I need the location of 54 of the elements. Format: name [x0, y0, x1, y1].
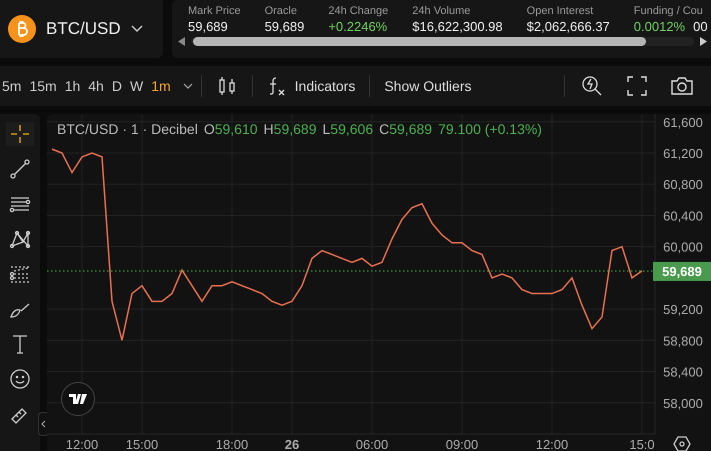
- stat-label: 24h Change: [328, 5, 388, 17]
- stat-label: Open Interest: [526, 5, 594, 17]
- price-label: 58,800: [663, 333, 703, 348]
- stat-value: $16,622,300.98: [412, 19, 503, 34]
- stat-value: $2,062,666.37: [526, 19, 610, 34]
- price-label: 59,200: [663, 302, 703, 318]
- ohlc-value: O59,610: [204, 121, 258, 137]
- scroll-left-icon[interactable]: [178, 37, 185, 46]
- stat-value: 59,689: [264, 19, 304, 34]
- stat-label: Funding / Cou: [634, 5, 704, 17]
- trend-line-icon: [9, 158, 31, 180]
- settings-icon[interactable]: [673, 436, 691, 451]
- market-selector[interactable]: BTC/USD: [0, 0, 163, 58]
- emoji-icon: [9, 368, 31, 390]
- time-label: 15:00: [126, 437, 158, 451]
- stat-label: Mark Price: [188, 5, 241, 17]
- chart-title: BTC/USD · 1 · Decibel: [57, 121, 198, 137]
- chevron-down-icon[interactable]: [182, 83, 193, 89]
- ohlc-value: C59,689: [379, 121, 432, 137]
- time-label: 12:00: [536, 437, 568, 451]
- price-label: 60,000: [663, 240, 703, 255]
- time-label: 09:00: [446, 437, 478, 451]
- bitcoin-icon: [8, 15, 36, 43]
- ref-line-label: 59,689: [662, 264, 702, 279]
- stat-value: 0.0012%: [634, 19, 686, 34]
- time-label: 18:00: [216, 437, 248, 451]
- show-outliers-button[interactable]: Show Outliers: [378, 78, 478, 94]
- chevron-down-icon: [130, 25, 143, 33]
- market-symbol: BTC/USD: [46, 19, 121, 39]
- pattern-icon: [9, 228, 31, 250]
- time-label: 15:0: [629, 437, 655, 451]
- scroll-right-icon[interactable]: [700, 37, 707, 46]
- time-label: 12:00: [66, 437, 98, 451]
- tradingview-logo[interactable]: [61, 382, 95, 416]
- stat-label: Oracle: [264, 5, 298, 17]
- time-label: 26: [284, 437, 300, 451]
- stat-label: 24h Volume: [412, 5, 472, 17]
- ohlc-value: L59,606: [322, 121, 374, 137]
- stat-value: 00: [693, 19, 708, 34]
- price-label: 60,400: [663, 208, 703, 224]
- price-label: 58,400: [663, 364, 703, 380]
- price-label: 58,000: [663, 396, 703, 411]
- price-label: 61,200: [663, 146, 703, 162]
- drawing-tool[interactable]: [6, 122, 34, 146]
- indicators-button[interactable]: Indicators: [260, 76, 362, 96]
- time-label: 06:00: [356, 437, 388, 451]
- change-value: 79.100 (+0.13%): [438, 121, 542, 137]
- crosshair-icon: [9, 123, 31, 145]
- last-price-line: 59,689: [47, 262, 711, 281]
- stat-value: 59,689: [188, 19, 228, 34]
- price-label: 60,800: [663, 177, 703, 192]
- stat-value: +0.2246%: [328, 19, 388, 34]
- price-label: 61,600: [663, 114, 703, 130]
- ohlc-value: H59,689: [264, 121, 316, 137]
